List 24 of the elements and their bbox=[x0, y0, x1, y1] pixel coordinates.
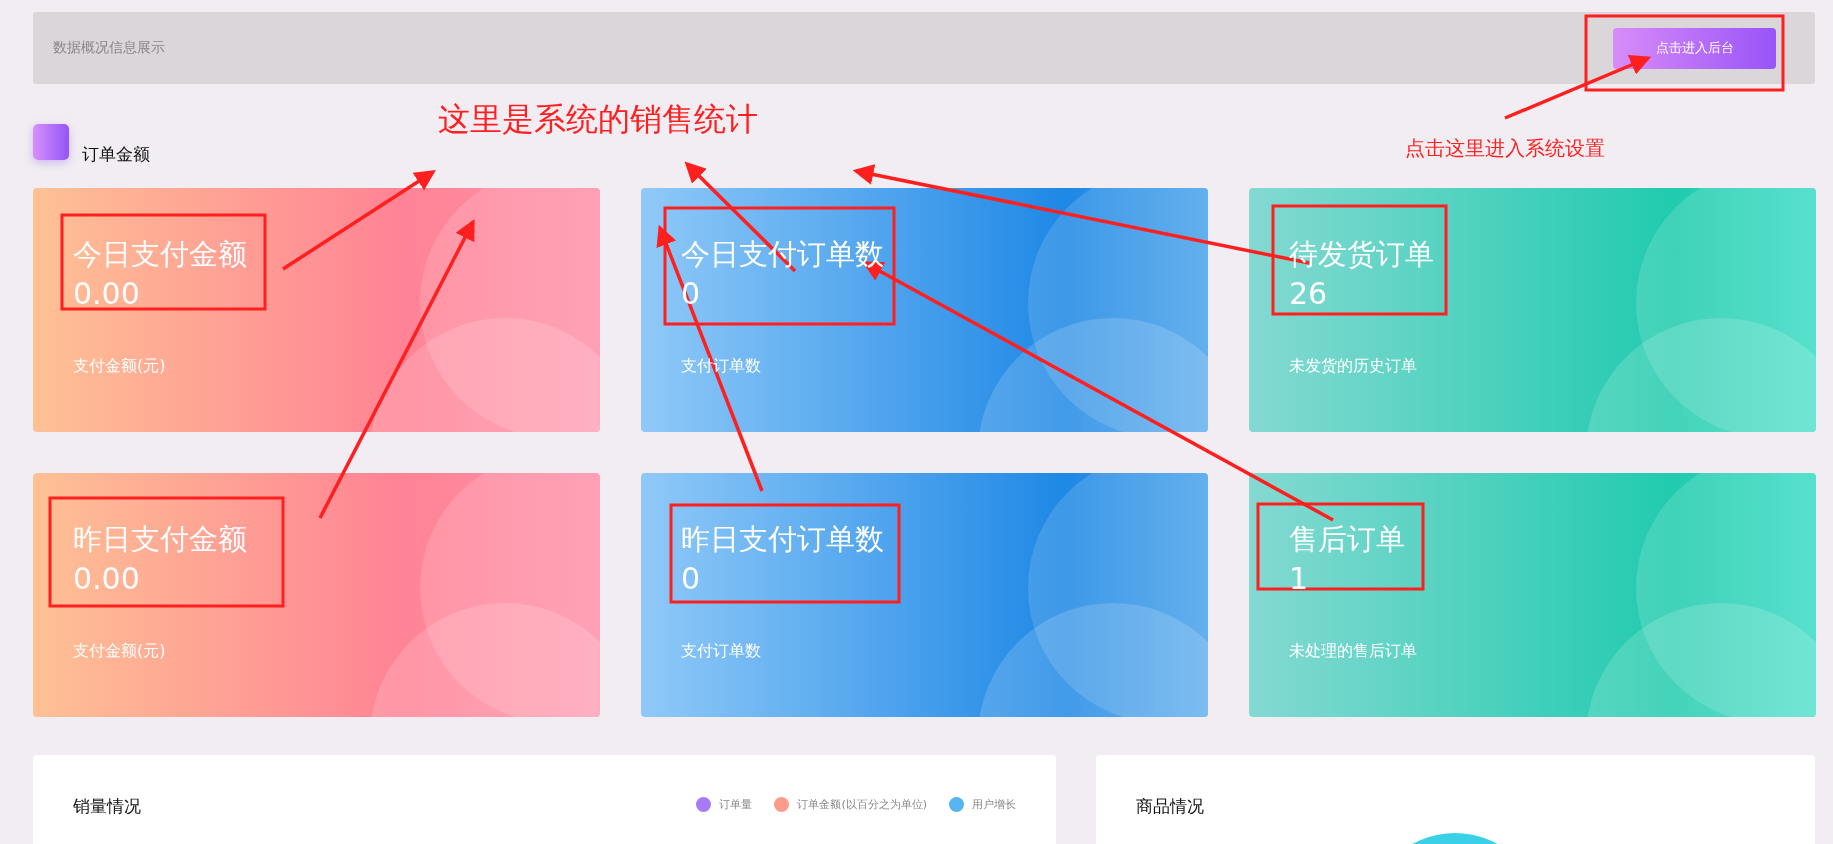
panel-title: 销量情况 bbox=[73, 795, 141, 818]
card-caption: 支付金额(元) bbox=[73, 356, 167, 377]
card-caption: 支付订单数 bbox=[681, 641, 762, 662]
annotation-note: 点击这里进入系统设置 bbox=[1405, 135, 1605, 162]
annotation-headline: 这里是系统的销售统计 bbox=[438, 99, 758, 140]
card-title: 昨日支付订单数 bbox=[681, 521, 885, 558]
card-title: 昨日支付金额 bbox=[73, 521, 248, 558]
enter-backend-button[interactable]: 点击进入后台 bbox=[1613, 27, 1776, 69]
card-value: 0.00 bbox=[73, 275, 141, 313]
section-title: 订单金额 bbox=[82, 143, 150, 166]
header-title: 数据概况信息展示 bbox=[53, 39, 165, 57]
legend-label: 订单金额(以百分之为单位) bbox=[797, 797, 927, 812]
card-value: 0.00 bbox=[73, 560, 141, 598]
card-title: 今日支付金额 bbox=[73, 236, 248, 273]
card-value: 26 bbox=[1289, 275, 1329, 313]
card-caption: 未发货的历史订单 bbox=[1289, 356, 1418, 377]
card-title: 售后订单 bbox=[1289, 521, 1406, 558]
card-caption: 支付金额(元) bbox=[73, 641, 167, 662]
card-value: 0 bbox=[681, 560, 702, 598]
card-caption: 未处理的售后订单 bbox=[1289, 641, 1418, 662]
panel-title: 商品情况 bbox=[1136, 795, 1204, 818]
legend-label: 订单量 bbox=[719, 797, 753, 812]
legend-label: 用户增长 bbox=[972, 797, 1016, 812]
card-value: 1 bbox=[1289, 560, 1310, 598]
